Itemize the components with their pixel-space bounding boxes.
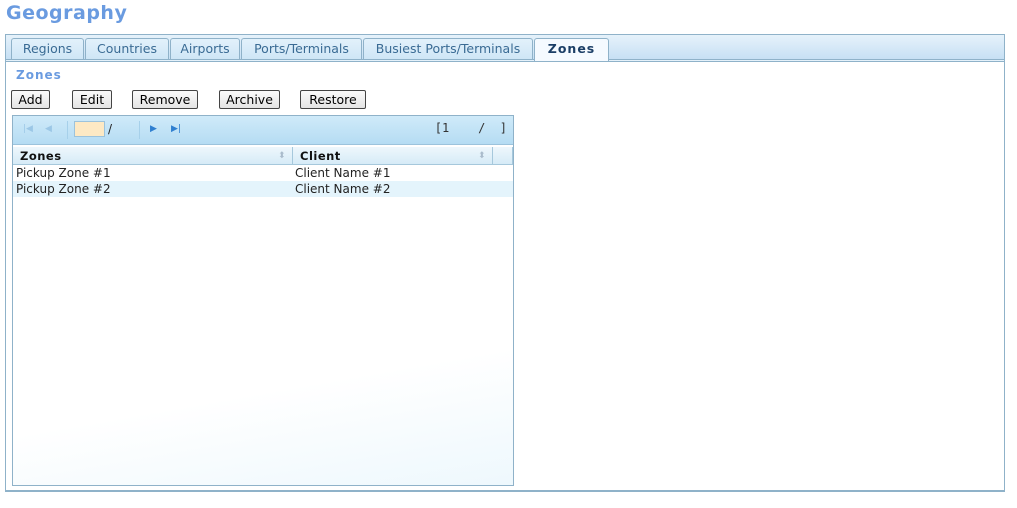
table-row[interactable]: Pickup Zone #1 Client Name #1	[13, 165, 513, 181]
section-heading: Zones	[16, 68, 62, 82]
sort-icon: ⬍	[277, 151, 286, 161]
sort-icon: ⬍	[477, 151, 486, 161]
column-header-zones[interactable]: Zones ⬍	[13, 147, 293, 165]
page-separator-slash: /	[108, 122, 113, 136]
edit-button[interactable]: Edit	[72, 90, 112, 109]
tab-zones[interactable]: Zones	[534, 38, 609, 61]
tab-regions[interactable]: Regions	[11, 38, 84, 59]
next-page-icon[interactable]: ▶	[150, 124, 157, 134]
zone-cell: Pickup Zone #2	[16, 182, 111, 196]
column-header-label: Zones	[20, 149, 62, 163]
tab-ports-terminals[interactable]: Ports/Terminals	[241, 38, 362, 59]
column-header-filler	[493, 147, 513, 165]
tab-panel: Regions Countries Airports Ports/Termina…	[5, 34, 1005, 492]
client-cell: Client Name #1	[295, 166, 391, 180]
table-row[interactable]: Pickup Zone #2 Client Name #2	[13, 181, 513, 197]
remove-button[interactable]: Remove	[132, 90, 198, 109]
page-title: Geography	[6, 2, 128, 24]
pager-toolbar: |◀ ◀ / ▶ ▶| [1 / ]	[13, 116, 513, 145]
tab-airports[interactable]: Airports	[170, 38, 240, 59]
page-number-input[interactable]	[74, 121, 105, 137]
archive-button[interactable]: Archive	[219, 90, 280, 109]
column-header-client[interactable]: Client ⬍	[293, 147, 493, 165]
add-button[interactable]: Add	[11, 90, 50, 109]
column-header-label: Client	[300, 149, 341, 163]
prev-page-icon[interactable]: ◀	[45, 124, 52, 134]
tab-bar: Regions Countries Airports Ports/Termina…	[6, 35, 1004, 62]
pager-separator	[139, 121, 140, 139]
pager-status: [1 / ]	[434, 121, 507, 135]
pager-separator	[67, 121, 68, 139]
last-page-icon[interactable]: ▶|	[171, 124, 181, 134]
tab-busiest-ports-terminals[interactable]: Busiest Ports/Terminals	[363, 38, 533, 59]
first-page-icon[interactable]: |◀	[23, 124, 33, 134]
tab-countries[interactable]: Countries	[85, 38, 169, 59]
restore-button[interactable]: Restore	[300, 90, 366, 109]
zones-grid: |◀ ◀ / ▶ ▶| [1 / ] Zones ⬍ Client ⬍ Pick…	[12, 115, 514, 486]
client-cell: Client Name #2	[295, 182, 391, 196]
zone-cell: Pickup Zone #1	[16, 166, 111, 180]
